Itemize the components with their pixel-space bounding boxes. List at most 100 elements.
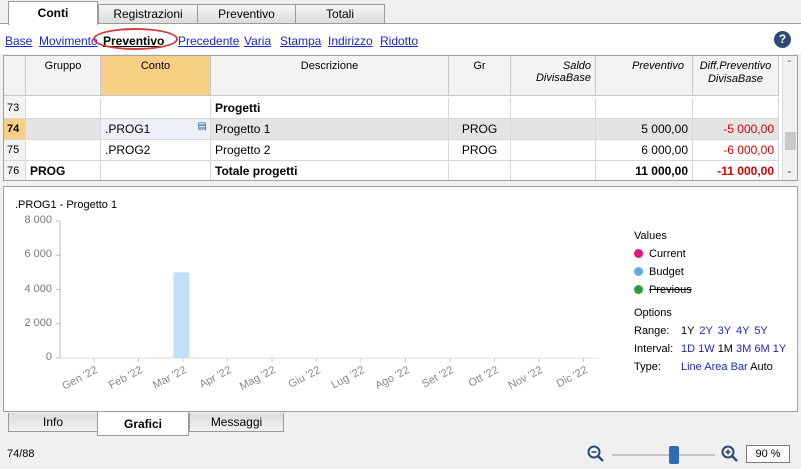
- cell-saldo[interactable]: [511, 161, 596, 180]
- cell-descrizione[interactable]: Totale progetti: [211, 161, 449, 180]
- range-5y[interactable]: 5Y: [754, 325, 767, 337]
- interval-6m[interactable]: 6M: [754, 343, 769, 355]
- cell-gruppo[interactable]: [26, 119, 101, 140]
- tab-messaggi[interactable]: Messaggi: [189, 413, 284, 432]
- view-ridotto[interactable]: Ridotto: [380, 34, 418, 48]
- tab-totali[interactable]: Totali: [295, 4, 385, 23]
- cell-conto[interactable]: [101, 161, 211, 180]
- tab-conti[interactable]: Conti: [8, 1, 98, 25]
- row-number[interactable]: 73: [4, 98, 26, 119]
- zoom-out-icon[interactable]: [587, 445, 605, 463]
- cell-gruppo[interactable]: [26, 140, 101, 161]
- scroll-down-icon[interactable]: ⌄: [786, 166, 793, 175]
- cell-preventivo[interactable]: 6 000,00: [596, 140, 693, 161]
- cell-diff[interactable]: -6 000,00: [693, 140, 779, 161]
- y-tick-label: 6 000: [24, 248, 52, 261]
- column-header-preventivo[interactable]: Preventivo: [596, 56, 693, 96]
- scrollbar-thumb[interactable]: [785, 132, 796, 150]
- type-options: Line Area Bar Auto: [681, 361, 773, 373]
- cell-gruppo[interactable]: PROG: [26, 161, 101, 180]
- cell-gr[interactable]: [449, 161, 511, 180]
- row-number[interactable]: 75: [4, 140, 26, 161]
- cell-conto[interactable]: .PROG2: [101, 140, 211, 161]
- cell-gruppo[interactable]: [26, 98, 101, 119]
- tab-info[interactable]: Info: [8, 413, 98, 432]
- cell-preventivo[interactable]: 11 000,00: [596, 161, 693, 180]
- row-number-selected[interactable]: 74: [4, 119, 26, 140]
- status-bar: 74/88 90 %: [0, 440, 801, 469]
- budget-dot-icon: [634, 267, 643, 276]
- range-3y[interactable]: 3Y: [718, 325, 731, 337]
- interval-options: 1D 1W 1M 3M 6M 1Y: [681, 343, 786, 355]
- view-indirizzo[interactable]: Indirizzo: [328, 34, 373, 48]
- vertical-scrollbar[interactable]: ⌃ ⌄: [782, 56, 797, 180]
- cell-diff[interactable]: -11 000,00: [693, 161, 779, 180]
- view-preventivo[interactable]: Preventivo: [103, 34, 164, 48]
- cell-preventivo[interactable]: 5 000,00: [596, 119, 693, 140]
- cell-descrizione[interactable]: Progetto 1: [211, 119, 449, 140]
- type-line[interactable]: Line: [681, 361, 702, 373]
- y-tick-label: 2 000: [24, 316, 52, 329]
- cell-descrizione[interactable]: Progetto 2: [211, 140, 449, 161]
- cell-saldo[interactable]: [511, 98, 596, 119]
- interval-3m[interactable]: 3M: [736, 343, 751, 355]
- tab-grafici[interactable]: Grafici: [97, 412, 189, 436]
- cell-saldo[interactable]: [511, 119, 596, 140]
- view-base[interactable]: Base: [5, 34, 32, 48]
- cell-conto-active[interactable]: .PROG1 ▤: [101, 119, 211, 140]
- type-auto[interactable]: Auto: [750, 361, 773, 373]
- range-1y[interactable]: 1Y: [681, 325, 694, 337]
- zoom-slider-thumb[interactable]: [668, 446, 679, 464]
- cell-conto[interactable]: [101, 98, 211, 119]
- dropdown-list-icon[interactable]: ▤: [198, 119, 207, 137]
- view-movimento[interactable]: Movimento: [39, 34, 98, 48]
- tab-registrazioni[interactable]: Registrazioni: [98, 4, 198, 23]
- zoom-percent-field[interactable]: 90 %: [746, 445, 790, 463]
- bar-budget[interactable]: [173, 272, 190, 358]
- y-tick-label: 4 000: [24, 282, 52, 295]
- view-varia[interactable]: Varia: [244, 34, 271, 48]
- cell-preventivo[interactable]: [596, 98, 693, 119]
- row-number[interactable]: 76: [4, 161, 26, 180]
- previous-dot-icon: [634, 285, 643, 294]
- options-title: Options: [634, 307, 672, 319]
- interval-1m[interactable]: 1M: [718, 343, 733, 355]
- type-area[interactable]: Area: [704, 361, 727, 373]
- view-precedente[interactable]: Precedente: [178, 34, 239, 48]
- column-header-saldo[interactable]: Saldo DivisaBase: [511, 56, 596, 96]
- legend-previous[interactable]: Previous: [634, 284, 692, 296]
- range-2y[interactable]: 2Y: [699, 325, 712, 337]
- help-icon[interactable]: ?: [774, 31, 791, 48]
- column-header-descrizione[interactable]: Descrizione: [211, 56, 449, 96]
- range-4y[interactable]: 4Y: [736, 325, 749, 337]
- type-bar[interactable]: Bar: [731, 361, 748, 373]
- interval-1w[interactable]: 1W: [698, 343, 715, 355]
- zoom-slider-track[interactable]: [612, 454, 715, 456]
- interval-1d[interactable]: 1D: [681, 343, 695, 355]
- scroll-up-icon[interactable]: ⌃: [786, 59, 793, 68]
- row-position: 74/88: [7, 448, 35, 460]
- column-header-conto[interactable]: Conto: [101, 56, 211, 96]
- y-tick-label: 8 000: [24, 214, 52, 226]
- interval-1y[interactable]: 1Y: [773, 343, 786, 355]
- legend-title: Values: [634, 230, 667, 242]
- row-number-header: [4, 56, 26, 96]
- cell-gr[interactable]: [449, 98, 511, 119]
- range-label: Range:: [634, 325, 670, 337]
- cell-gr[interactable]: PROG: [449, 140, 511, 161]
- cell-descrizione[interactable]: Progetti: [211, 98, 449, 119]
- tab-preventivo[interactable]: Preventivo: [197, 4, 296, 23]
- interval-label: Interval:: [634, 343, 674, 355]
- column-header-diff[interactable]: Diff.Preventivo DivisaBase: [693, 56, 779, 96]
- zoom-in-icon[interactable]: [721, 445, 739, 463]
- legend-budget[interactable]: Budget: [634, 266, 684, 278]
- column-header-gr[interactable]: Gr: [449, 56, 511, 96]
- view-stampa[interactable]: Stampa: [280, 34, 321, 48]
- cell-saldo[interactable]: [511, 140, 596, 161]
- cell-gr[interactable]: PROG: [449, 119, 511, 140]
- column-header-gruppo[interactable]: Gruppo: [26, 56, 101, 96]
- y-tick-label: 0: [45, 351, 52, 363]
- legend-current[interactable]: Current: [634, 248, 686, 260]
- cell-diff[interactable]: [693, 98, 779, 119]
- cell-diff[interactable]: -5 000,00: [693, 119, 779, 140]
